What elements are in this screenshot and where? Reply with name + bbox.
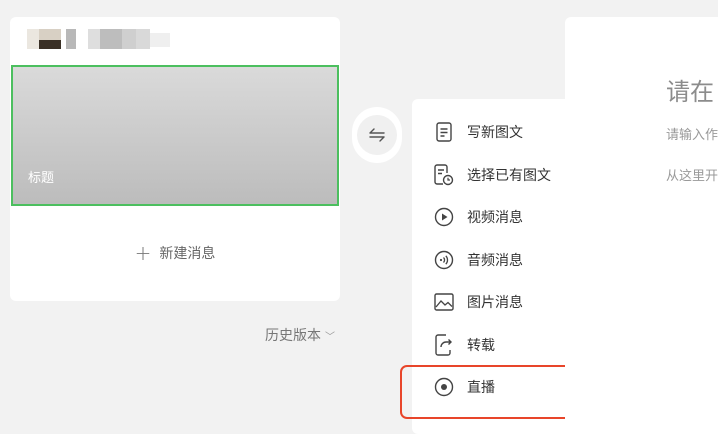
menu-item-write-article[interactable]: 写新图文 (412, 117, 572, 147)
body-editor[interactable]: 从这里开 (666, 165, 718, 184)
menu-item-label: 图片消息 (467, 295, 523, 311)
menu-item-repost[interactable]: 转载 (412, 330, 572, 360)
swap-icon (357, 115, 397, 155)
history-version-dropdown[interactable]: 历史版本 ﹀ (265, 325, 335, 345)
account-header-blurred (10, 17, 340, 65)
menu-item-label: 转载 (467, 338, 495, 354)
blurred-block (136, 29, 150, 49)
plus-icon: + (134, 241, 152, 265)
blurred-block (150, 33, 170, 47)
document-icon (433, 121, 455, 143)
play-circle-icon (433, 206, 455, 228)
menu-item-image[interactable]: 图片消息 (412, 287, 572, 317)
menu-item-select-existing[interactable]: 选择已有图文 (412, 160, 572, 190)
history-label: 历史版本 (265, 328, 321, 344)
author-input[interactable]: 请输入作 (666, 124, 718, 143)
new-message-button[interactable]: + 新建消息 (10, 241, 340, 265)
share-icon (433, 334, 455, 356)
editor-panel: 请在 请输入作 从这里开 (565, 17, 718, 434)
blurred-block (88, 29, 100, 49)
menu-item-audio[interactable]: 音频消息 (412, 245, 572, 275)
blurred-block (66, 29, 76, 49)
menu-item-label: 选择已有图文 (467, 168, 551, 184)
blurred-block (100, 29, 122, 49)
document-clock-icon (433, 164, 455, 186)
menu-item-live[interactable]: 直播 (412, 372, 572, 402)
blurred-avatar (27, 29, 39, 49)
cover-title: 标题 (28, 171, 55, 186)
blurred-block (39, 40, 61, 49)
menu-item-video[interactable]: 视频消息 (412, 202, 572, 232)
menu-item-label: 视频消息 (467, 210, 523, 226)
menu-item-label: 直播 (467, 380, 495, 396)
audio-wave-icon (433, 249, 455, 271)
menu-item-label: 音频消息 (467, 253, 523, 269)
swap-button[interactable] (352, 107, 402, 163)
live-record-icon (433, 376, 455, 398)
message-type-menu: 写新图文 选择已有图文 视频消息 音频消息 图片消息 转载 直播 (412, 99, 572, 434)
title-input[interactable]: 请在 (666, 72, 714, 107)
article-cover[interactable]: 标题 (11, 65, 339, 206)
chevron-down-icon: ﹀ (325, 332, 335, 343)
new-message-label: 新建消息 (159, 246, 216, 262)
article-card: 标题 + 新建消息 (10, 17, 340, 301)
menu-item-label: 写新图文 (467, 125, 523, 141)
blurred-block (122, 29, 136, 49)
image-icon (433, 291, 455, 313)
